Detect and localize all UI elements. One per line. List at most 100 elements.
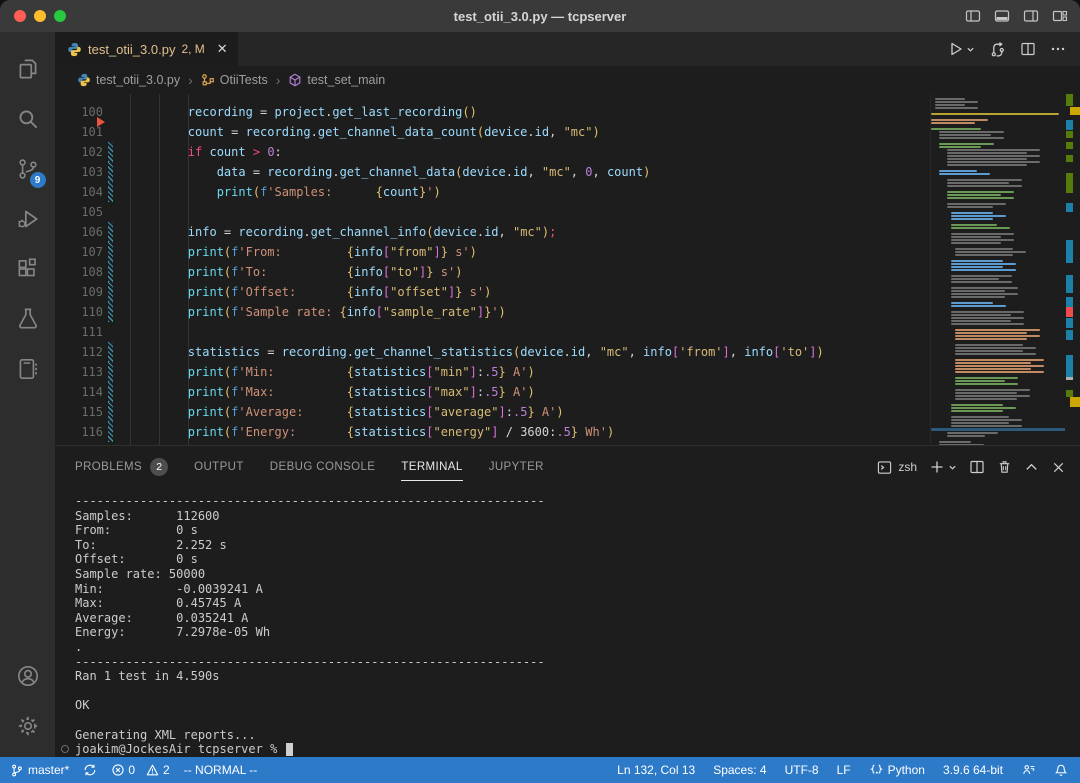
layout-sidebar-right-icon[interactable]: [1023, 8, 1039, 24]
tab-test-otii[interactable]: test_otii_3.0.py 2, M ✕: [55, 32, 238, 66]
prompt-text: joakim@JockesAir tcpserver %: [75, 742, 285, 756]
vim-mode-indicator[interactable]: -- NORMAL --: [184, 763, 258, 777]
code-line[interactable]: 112 statistics = recording.get_channel_s…: [55, 342, 930, 362]
extensions-icon[interactable]: [4, 244, 52, 294]
breadcrumb-method[interactable]: test_set_main: [288, 73, 385, 87]
search-icon[interactable]: [4, 94, 52, 144]
line-number[interactable]: 108: [55, 262, 103, 282]
breadcrumb-class[interactable]: OtiiTests: [201, 73, 268, 87]
overview-ruler[interactable]: [1065, 94, 1080, 445]
feedback-icon[interactable]: [1021, 763, 1036, 777]
minimap[interactable]: [930, 94, 1065, 445]
line-number[interactable]: 114: [55, 382, 103, 402]
close-window-icon[interactable]: [14, 10, 26, 22]
terminal-profile-selector[interactable]: zsh: [877, 460, 917, 475]
cursor-position[interactable]: Ln 132, Col 13: [617, 763, 695, 777]
zoom-window-icon[interactable]: [54, 10, 66, 22]
source-control-icon[interactable]: 9: [4, 144, 52, 194]
code-line[interactable]: 113 print(f'Min: {statistics["min"]:.5} …: [55, 362, 930, 382]
run-dropdown-chevron-icon[interactable]: [966, 45, 975, 54]
explorer-icon[interactable]: [4, 44, 52, 94]
line-number[interactable]: 109: [55, 282, 103, 302]
run-python-file-icon[interactable]: [948, 41, 975, 57]
python-interpreter[interactable]: 3.9.6 64-bit: [943, 763, 1003, 777]
code-line[interactable]: 103 data = recording.get_channel_data(de…: [55, 162, 930, 182]
breadcrumb-file[interactable]: test_otii_3.0.py: [77, 73, 180, 87]
sync-status[interactable]: [83, 763, 97, 777]
line-number[interactable]: 116: [55, 422, 103, 442]
split-terminal-icon[interactable]: [969, 459, 985, 475]
settings-gear-icon[interactable]: [4, 701, 52, 751]
code-line[interactable]: 111: [55, 322, 930, 342]
testing-icon[interactable]: [4, 294, 52, 344]
code-line[interactable]: 102 if count > 0:: [55, 142, 930, 162]
panel-tab-problems[interactable]: PROBLEMS2: [75, 446, 168, 488]
maximize-panel-icon[interactable]: [1024, 460, 1039, 475]
customize-layout-icon[interactable]: [1052, 8, 1068, 24]
panel-tab-output[interactable]: OUTPUT: [194, 446, 244, 488]
panel-tab-terminal[interactable]: TERMINAL: [401, 446, 462, 488]
code-line[interactable]: 108 print(f'To: {info["to"]} s'): [55, 262, 930, 282]
minimap-line: [947, 194, 1001, 196]
line-number[interactable]: 106: [55, 222, 103, 242]
code-line[interactable]: 114 print(f'Max: {statistics["max"]:.5} …: [55, 382, 930, 402]
more-actions-icon[interactable]: [1050, 41, 1066, 57]
new-terminal-icon[interactable]: [929, 459, 957, 475]
line-number[interactable]: 115: [55, 402, 103, 422]
tab-close-icon[interactable]: ✕: [217, 41, 228, 57]
code-line[interactable]: 116 print(f'Energy: {statistics["energy"…: [55, 422, 930, 442]
notifications-bell-icon[interactable]: [1054, 763, 1068, 778]
code-line[interactable]: 104 print(f'Samples: {count}'): [55, 182, 930, 202]
panel-tab-debug-console[interactable]: DEBUG CONSOLE: [270, 446, 376, 488]
line-number[interactable]: 107: [55, 242, 103, 262]
line-number[interactable]: 100: [55, 102, 103, 122]
code-line[interactable]: 106 info = recording.get_channel_info(de…: [55, 222, 930, 242]
code-line[interactable]: 110 print(f'Sample rate: {info["sample_r…: [55, 302, 930, 322]
eol-setting[interactable]: LF: [837, 763, 851, 777]
code-line[interactable]: 115 print(f'Average: {statistics["averag…: [55, 402, 930, 422]
line-number[interactable]: 110: [55, 302, 103, 322]
code-line[interactable]: 109 print(f'Offset: {info["offset"]} s'): [55, 282, 930, 302]
minimap-line: [947, 185, 1022, 187]
line-number[interactable]: 113: [55, 362, 103, 382]
line-number[interactable]: 101: [55, 122, 103, 142]
terminal-prompt[interactable]: joakim@JockesAir tcpserver %: [75, 742, 1080, 757]
line-number[interactable]: 103: [55, 162, 103, 182]
code-line[interactable]: 107 print(f'From: {info["from"]} s'): [55, 242, 930, 262]
close-panel-icon[interactable]: [1051, 460, 1066, 475]
panel-tabs: PROBLEMS2 OUTPUT DEBUG CONSOLE TERMINAL JUPY…: [75, 446, 570, 488]
minimap-line: [955, 335, 1040, 337]
minimap-line: [951, 212, 993, 214]
panel-tab-jupyter[interactable]: JUPYTER: [489, 446, 544, 488]
kill-terminal-icon[interactable]: [997, 459, 1012, 475]
terminal-output[interactable]: ----------------------------------------…: [55, 488, 1080, 757]
terminal-dropdown-chevron-icon[interactable]: [948, 463, 957, 472]
encoding-setting[interactable]: UTF-8: [785, 763, 819, 777]
code-line[interactable]: 101 count = recording.get_channel_data_c…: [55, 122, 930, 142]
minimap-line: [951, 410, 1003, 412]
class-symbol-icon: [201, 73, 215, 87]
code-text: count = recording.get_channel_data_count…: [130, 122, 600, 142]
language-mode[interactable]: Python: [869, 763, 925, 777]
layout-sidebar-left-icon[interactable]: [965, 8, 981, 24]
problems-status[interactable]: 0 2: [111, 763, 169, 777]
code-line[interactable]: 100 recording = project.get_last_recordi…: [55, 102, 930, 122]
line-number[interactable]: 102: [55, 142, 103, 162]
run-and-debug-icon[interactable]: [4, 194, 52, 244]
line-number[interactable]: 105: [55, 202, 103, 222]
account-icon[interactable]: [4, 651, 52, 701]
layout-panel-icon[interactable]: [994, 8, 1010, 24]
line-number[interactable]: 111: [55, 322, 103, 342]
ruler-mark: [1066, 297, 1073, 307]
indentation-setting[interactable]: Spaces: 4: [713, 763, 766, 777]
run-or-debug-icon[interactable]: [989, 41, 1006, 58]
minimize-window-icon[interactable]: [34, 10, 46, 22]
line-number[interactable]: 104: [55, 182, 103, 202]
code-editor[interactable]: 100 recording = project.get_last_recordi…: [55, 94, 930, 445]
minimap-line: [955, 350, 1023, 352]
notebook-icon[interactable]: [4, 344, 52, 394]
split-editor-icon[interactable]: [1020, 41, 1036, 57]
code-line[interactable]: 105: [55, 202, 930, 222]
line-number[interactable]: 112: [55, 342, 103, 362]
branch-status[interactable]: master*: [10, 763, 69, 778]
